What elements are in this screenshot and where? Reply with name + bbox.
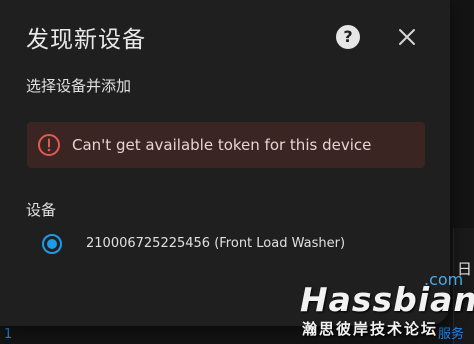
devices-section-label: 设备 bbox=[26, 201, 57, 219]
help-circle-icon: ? bbox=[343, 27, 353, 46]
help-button[interactable]: ? bbox=[336, 25, 360, 49]
error-alert: Can't get available token for this devic… bbox=[27, 122, 425, 168]
radio-selected-dot bbox=[47, 239, 57, 249]
alert-message: Can't get available token for this devic… bbox=[72, 136, 372, 154]
watermark-subtitle: 瀚思彼岸技术论坛 bbox=[302, 320, 439, 338]
device-option-label[interactable]: 210006725225456 (Front Load Washer) bbox=[86, 236, 345, 251]
watermark: .com Hassbian 瀚思彼岸技术论坛 bbox=[296, 268, 474, 344]
background-bottom-left-fragment: 1 bbox=[4, 327, 13, 342]
dialog-title: 发现新设备 bbox=[26, 27, 146, 53]
watermark-brand: Hassbian bbox=[300, 280, 474, 319]
close-icon bbox=[399, 29, 415, 45]
device-radio-button[interactable] bbox=[42, 234, 62, 254]
dialog-subtitle: 选择设备并添加 bbox=[26, 77, 132, 95]
close-button[interactable] bbox=[395, 25, 419, 49]
alert-circle-icon bbox=[38, 134, 60, 156]
